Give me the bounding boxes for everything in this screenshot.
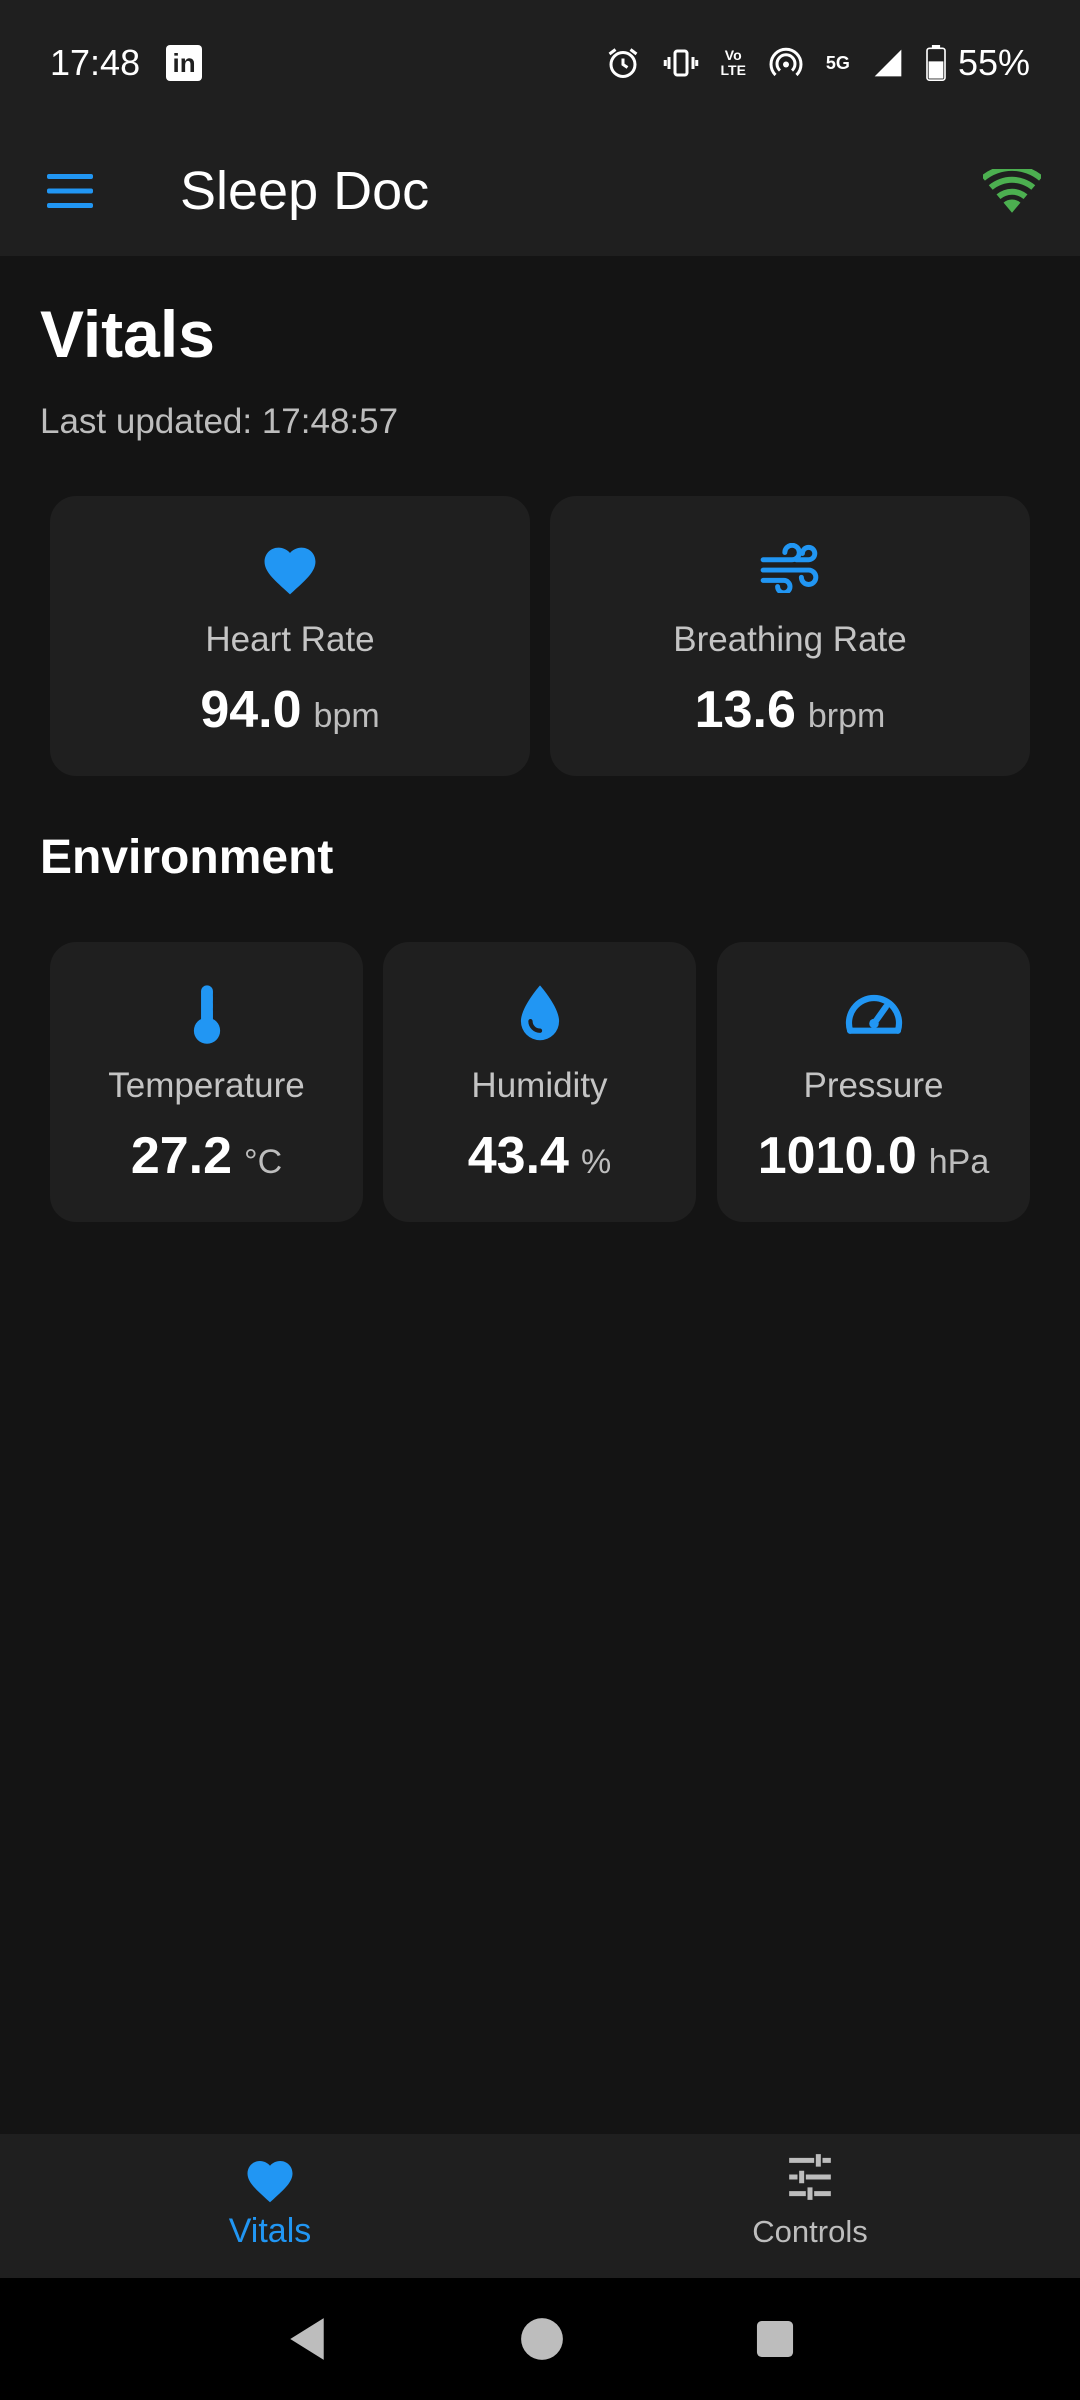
water-drop-icon — [520, 985, 559, 1041]
pressure-card: Pressure 1010.0 hPa — [717, 942, 1030, 1222]
card-unit: % — [580, 1143, 612, 1181]
wifi-icon — [983, 169, 1041, 213]
battery-percent: 55% — [957, 42, 1030, 83]
card-value: 13.6 — [694, 681, 796, 739]
linkedin-icon: in — [166, 45, 203, 81]
home-icon[interactable] — [520, 2317, 564, 2361]
connection-status-button[interactable] — [972, 151, 1052, 231]
card-label: Pressure — [803, 1066, 944, 1105]
menu-button[interactable] — [20, 141, 120, 241]
status-time: 17:48 — [50, 42, 141, 83]
signal-icon — [874, 49, 902, 77]
heart-rate-card: Heart Rate 94.0 bpm — [50, 496, 530, 776]
alarm-icon — [608, 48, 637, 78]
speedometer-icon — [845, 995, 902, 1034]
card-value: 1010.0 — [757, 1127, 917, 1185]
air-icon — [760, 543, 819, 593]
hotspot-icon — [769, 47, 803, 77]
thermometer-icon — [193, 985, 220, 1044]
nav-label: Vitals — [228, 2212, 312, 2250]
card-label: Heart Rate — [205, 620, 375, 659]
card-unit: °C — [244, 1143, 283, 1181]
card-value: 43.4 — [467, 1127, 569, 1185]
temperature-card: Temperature 27.2 °C — [50, 942, 363, 1222]
card-value: 94.0 — [200, 681, 302, 739]
card-unit: bpm — [313, 697, 380, 735]
card-label: Temperature — [108, 1066, 305, 1105]
card-unit: hPa — [928, 1143, 990, 1181]
menu-icon — [47, 174, 93, 208]
nav-label: Controls — [752, 2214, 868, 2249]
last-updated: Last updated: 17:48:57 — [40, 402, 399, 441]
app-bar: Sleep Doc — [0, 126, 1080, 256]
nav-item-vitals[interactable]: Vitals — [0, 2134, 540, 2278]
battery-icon — [926, 45, 946, 81]
tune-icon — [789, 2154, 831, 2200]
vibrate-icon — [663, 49, 698, 77]
volte-icon: Vo LTE — [720, 47, 746, 78]
page-title: Vitals — [40, 297, 215, 371]
back-icon[interactable] — [286, 2316, 328, 2362]
card-label: Humidity — [471, 1066, 608, 1105]
bottom-nav: Vitals Controls — [0, 2134, 1080, 2278]
system-nav-bar — [0, 2278, 1080, 2400]
heart-icon — [264, 547, 316, 595]
recents-icon[interactable] — [756, 2320, 794, 2358]
network-type: 5G — [825, 52, 850, 73]
heart-icon — [247, 2161, 293, 2203]
nav-item-controls[interactable]: Controls — [540, 2134, 1080, 2278]
card-label: Breathing Rate — [673, 620, 907, 659]
status-icons: Vo LTE 5G 55% — [605, 42, 1030, 84]
breathing-rate-card: Breathing Rate 13.6 brpm — [550, 496, 1030, 776]
status-bar: 17:48 in Vo LTE 5G 55% — [0, 0, 1080, 126]
card-unit: brpm — [807, 697, 886, 735]
app-title: Sleep Doc — [180, 161, 430, 221]
card-value: 27.2 — [130, 1127, 233, 1185]
section-title-environment: Environment — [40, 831, 334, 884]
humidity-card: Humidity 43.4 % — [383, 942, 696, 1222]
